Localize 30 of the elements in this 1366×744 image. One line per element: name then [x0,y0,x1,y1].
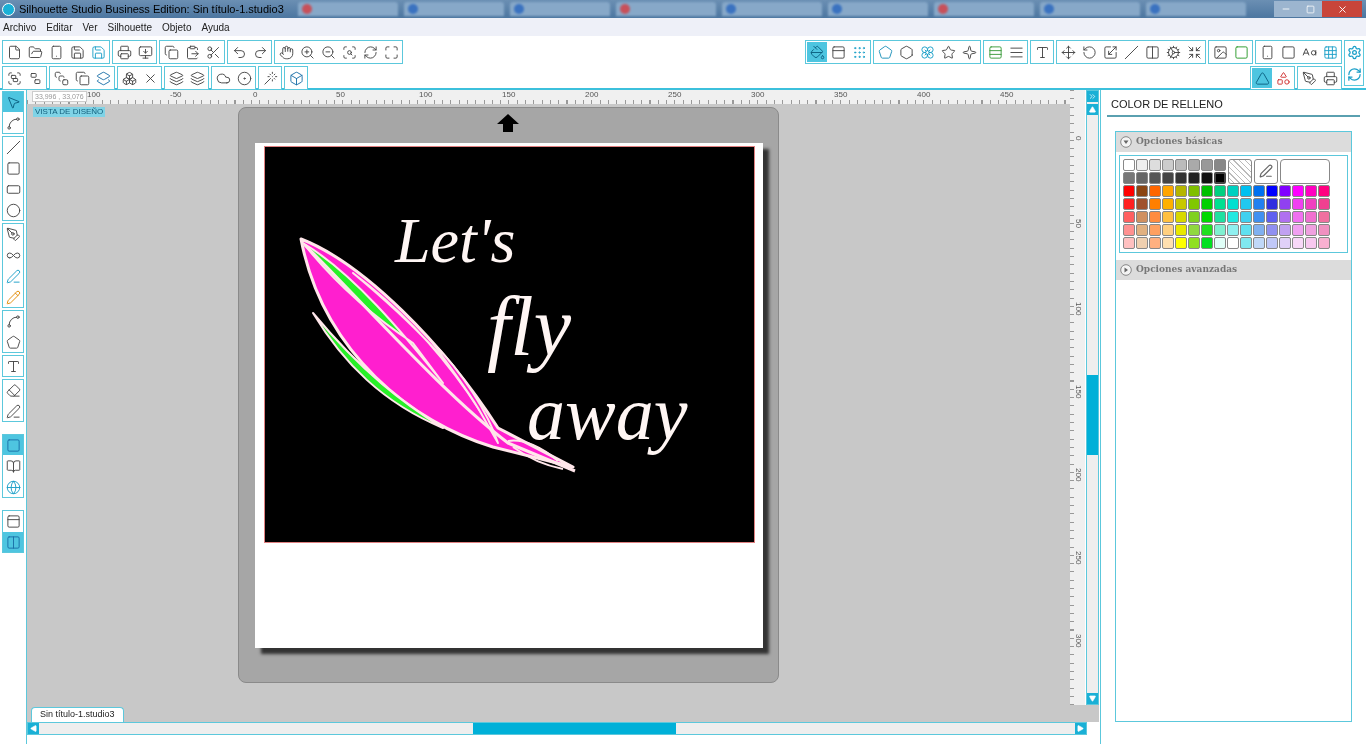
ruler-label: 300 [751,90,765,100]
ruler-label: 100 [1072,302,1083,318]
ruler-label: 450 [1000,90,1014,100]
design-text: Let's [395,209,516,273]
ruler-label: 300 [1072,634,1083,650]
menu-item[interactable]: Ver [82,19,98,35]
ruler-label: 0 [253,90,258,100]
window-title: Silhouette Studio Business Edition: Sin título-1.studio3 [19,1,284,17]
ruler-label: 200 [1072,468,1083,484]
ruler-label: 350 [834,90,848,100]
document-tab[interactable]: Sin título-1.studio3 [31,707,124,722]
ruler-label: 50 [336,90,345,100]
ruler-label: 100 [87,90,101,100]
ruler-label: 100 [419,90,433,100]
ruler-label: -50 [170,90,182,100]
menu-item[interactable]: Ayuda [201,19,230,35]
ruler-label: 400 [917,90,931,100]
ruler-label: 250 [1072,551,1083,567]
ruler-label: 250 [668,90,682,100]
ruler-label: 150 [502,90,516,100]
panel-title: COLOR DE RELLENO [1107,96,1360,117]
ruler-label: 150 [1072,385,1083,401]
view-badge: VISTA DE DISEÑO [33,107,106,117]
menu-item[interactable]: Editar [46,19,73,35]
menu-item[interactable]: Objeto [162,19,192,35]
ruler-label: 200 [585,90,599,100]
ruler-label: 0 [1072,136,1083,143]
ruler-label: 50 [1072,219,1083,230]
menu-item[interactable]: Archivo [3,19,37,35]
menu-item[interactable]: Silhouette [107,19,152,35]
